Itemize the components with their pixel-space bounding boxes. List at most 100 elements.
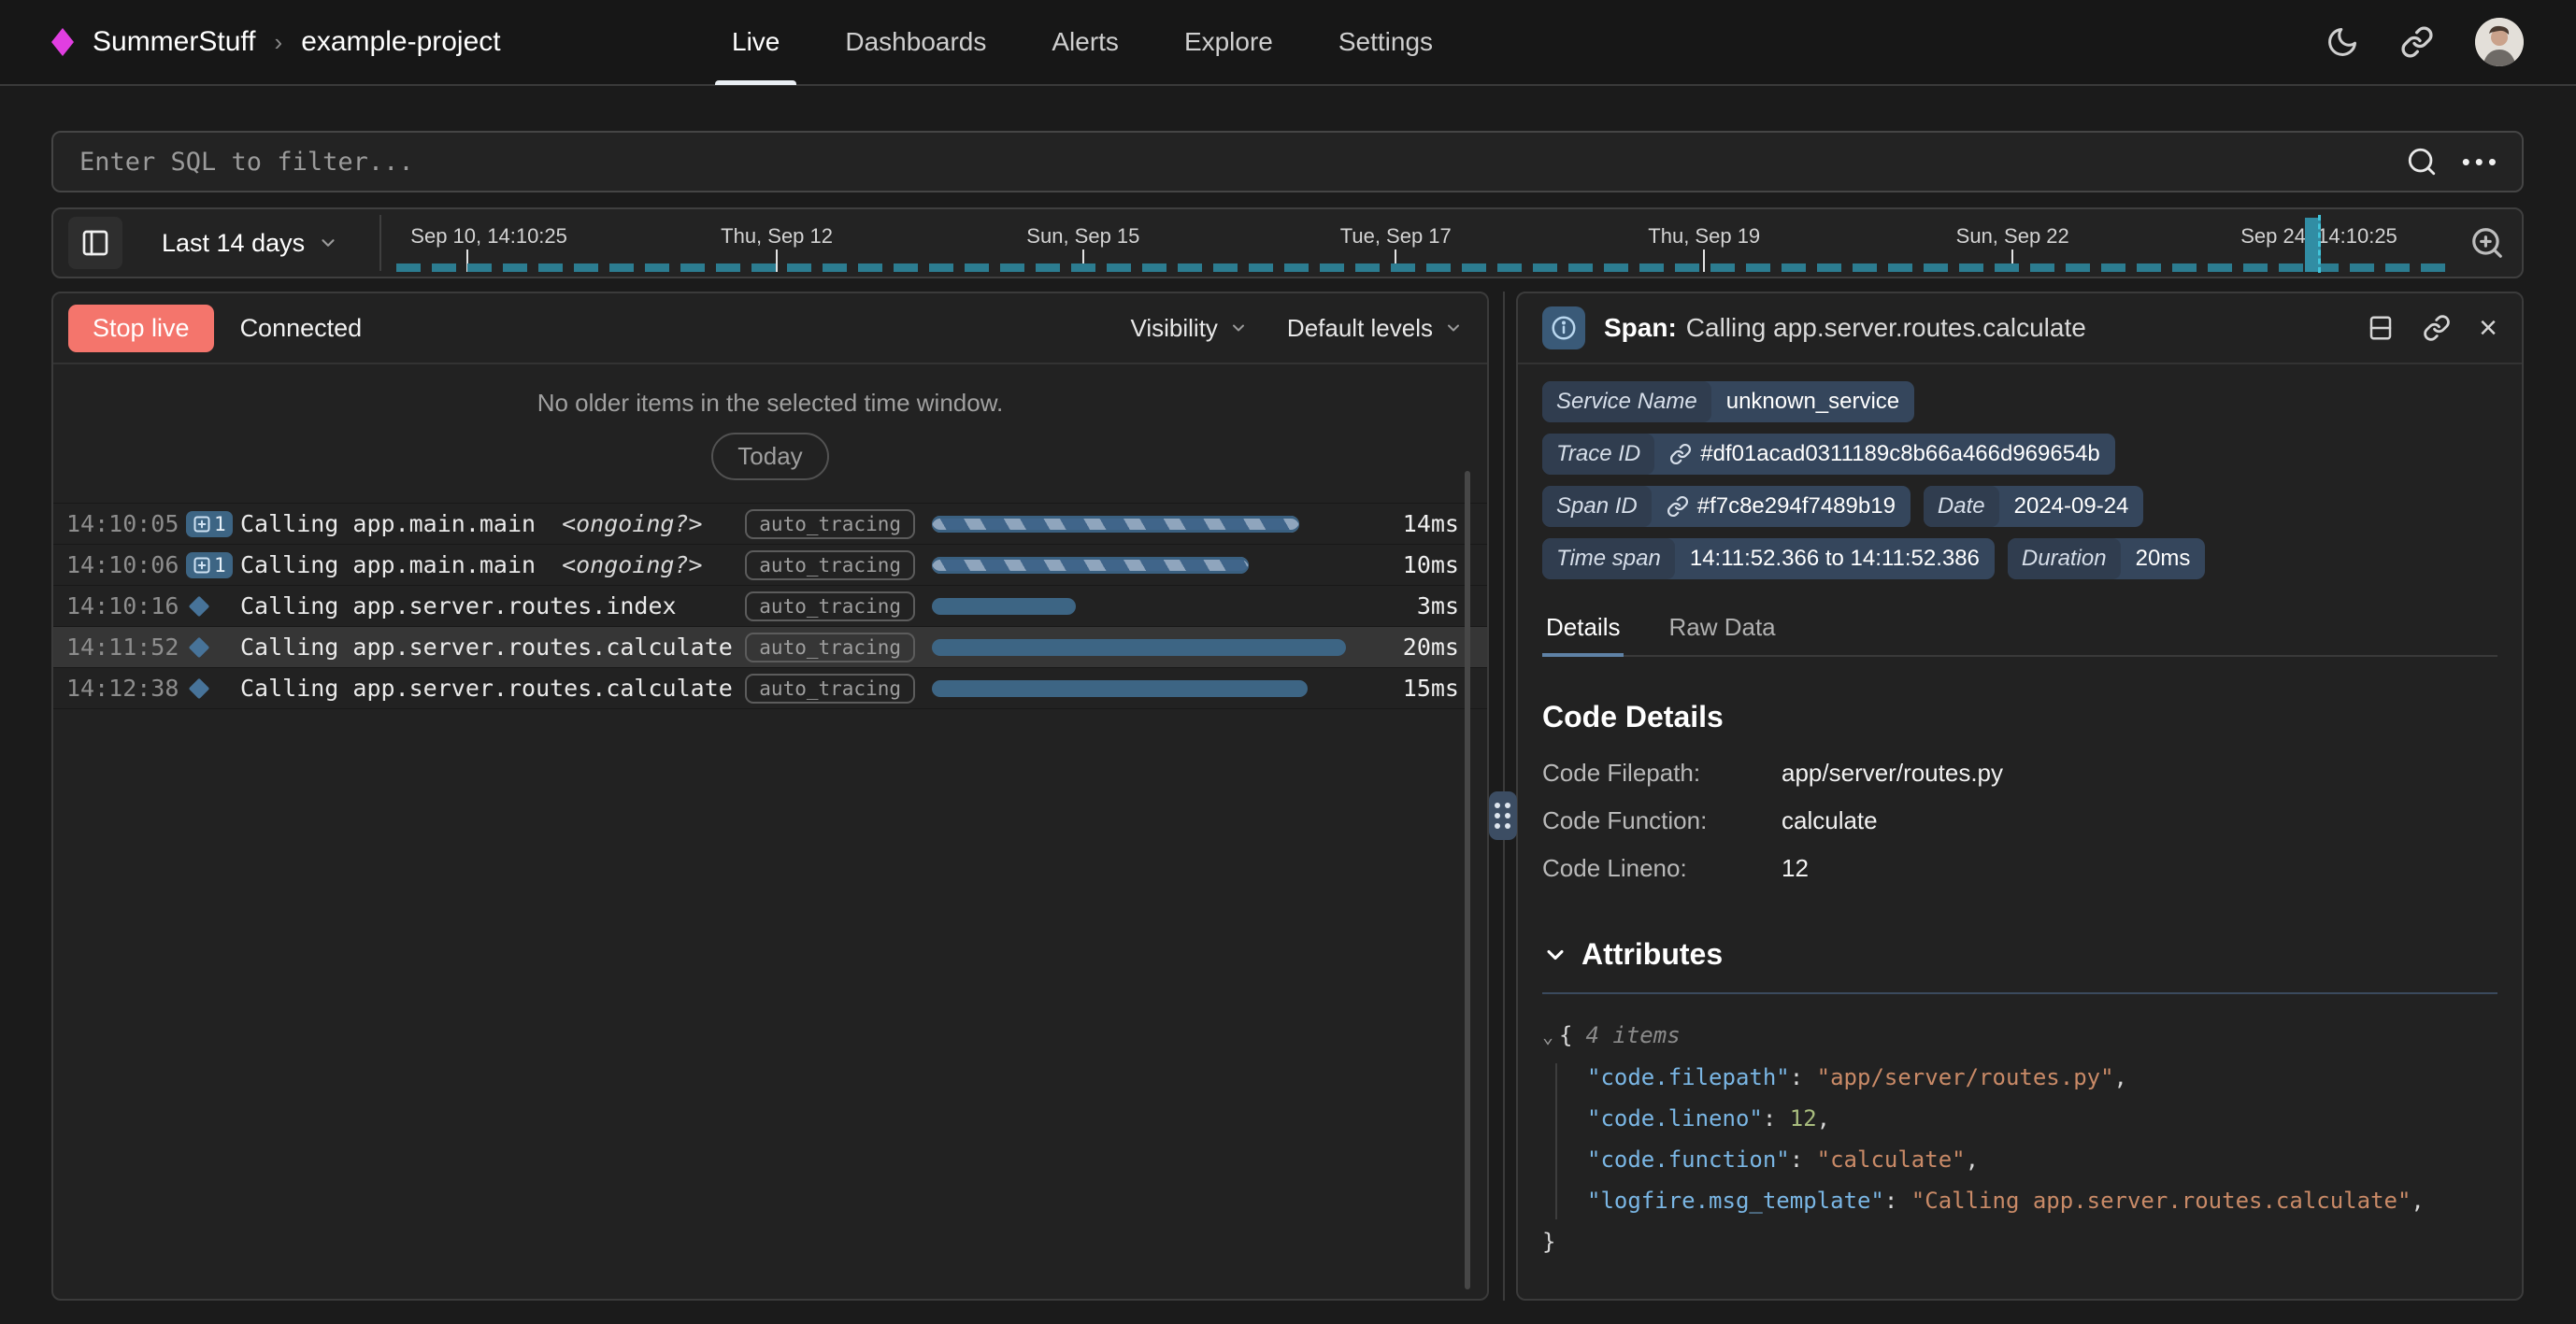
timeline-date-label: Sun, Sep 15 xyxy=(1026,224,1139,249)
span-diamond-icon xyxy=(189,636,210,658)
detail-tabs: Details Raw Data xyxy=(1542,604,2497,657)
timeline-cursor-line xyxy=(2318,215,2321,273)
code-details-heading: Code Details xyxy=(1542,700,2497,734)
json-entry: "logfire.msg_template": "Calling app.ser… xyxy=(1542,1180,2497,1221)
attributes-json: ⌄{4 items "code.filepath": "app/server/r… xyxy=(1542,1015,2497,1262)
code-detail-row: Code Filepath: app/server/routes.py xyxy=(1542,759,2497,788)
service-name-badge: Service Name unknown_service xyxy=(1542,381,1914,422)
timeline-chart[interactable]: Sep 10, 14:10:25 Thu, Sep 12 Sun, Sep 15… xyxy=(396,209,2453,277)
duration-badge: Duration 20ms xyxy=(2008,538,2205,579)
breadcrumb-separator: › xyxy=(275,28,283,57)
row-tag: auto_tracing xyxy=(745,509,915,539)
duration-bar xyxy=(932,598,1076,615)
json-open-line[interactable]: ⌄{4 items xyxy=(1542,1015,2497,1057)
row-tag: auto_tracing xyxy=(745,591,915,621)
row-duration: 20ms xyxy=(1379,634,1459,661)
json-items-count: 4 items xyxy=(1586,1022,1681,1048)
breadcrumb-project[interactable]: example-project xyxy=(301,26,500,58)
duration-bar-track xyxy=(932,516,1354,533)
theme-moon-icon[interactable] xyxy=(2326,25,2359,59)
duration-bar xyxy=(932,557,1249,574)
splitter-drag-handle[interactable] xyxy=(1489,791,1517,840)
tab-details[interactable]: Details xyxy=(1542,604,1624,655)
scrollbar[interactable] xyxy=(1465,471,1470,1289)
log-rows: 14:10:05 1 Calling app.main.main <ongoin… xyxy=(53,503,1487,709)
trace-id-badge[interactable]: Trace ID #df01acad0311189c8b66a466d96965… xyxy=(1542,434,2115,475)
chevron-down-icon xyxy=(1542,942,1568,968)
connection-status: Connected xyxy=(240,314,363,343)
link-icon xyxy=(1667,495,1689,518)
copy-link-icon[interactable] xyxy=(2423,314,2451,342)
user-avatar[interactable] xyxy=(2475,18,2524,66)
split-view-icon[interactable] xyxy=(2367,314,2395,342)
duration-bar-track xyxy=(932,639,1354,656)
duration-bar xyxy=(932,680,1308,697)
row-timestamp: 14:11:52 xyxy=(66,634,186,661)
default-levels-dropdown[interactable]: Default levels xyxy=(1287,314,1463,343)
date-badge: Date 2024-09-24 xyxy=(1924,486,2143,527)
row-timestamp: 14:12:38 xyxy=(66,675,186,702)
share-link-icon[interactable] xyxy=(2400,25,2434,59)
tab-settings[interactable]: Settings xyxy=(1322,0,1450,85)
zoom-in-icon[interactable] xyxy=(2469,225,2505,261)
time-range-dropdown[interactable]: Last 14 days xyxy=(162,229,338,258)
span-id-badge[interactable]: Span ID #f7c8e294f7489b19 xyxy=(1542,486,1911,527)
log-row[interactable]: 14:10:05 1 Calling app.main.main <ongoin… xyxy=(53,504,1487,545)
span-detail-header: Span:Calling app.server.routes.calculate… xyxy=(1518,293,2522,364)
collapsed-count-badge[interactable]: 1 xyxy=(186,552,233,578)
chevron-down-icon xyxy=(1229,319,1248,337)
timeline-activity-dashes xyxy=(396,263,2447,272)
more-options-icon[interactable]: ••• xyxy=(2462,148,2501,177)
stop-live-button[interactable]: Stop live xyxy=(68,305,214,352)
close-icon[interactable]: × xyxy=(2479,312,2497,344)
row-duration: 14ms xyxy=(1379,510,1459,537)
attributes-divider xyxy=(1542,992,2497,994)
span-diamond-icon xyxy=(189,595,210,617)
duration-bar-track xyxy=(932,557,1354,574)
row-message: Calling app.main.main xyxy=(240,510,536,537)
tab-live[interactable]: Live xyxy=(715,0,796,85)
log-row[interactable]: 14:10:16 Calling app.server.routes.index… xyxy=(53,586,1487,627)
row-message: Calling app.server.routes.index xyxy=(240,592,677,619)
sql-filter-input[interactable] xyxy=(51,131,2524,192)
row-message: Calling app.main.main xyxy=(240,551,536,578)
timeline-divider xyxy=(379,215,381,271)
top-nav: SummerStuff › example-project Live Dashb… xyxy=(0,0,2576,86)
timeline-date-label: Tue, Sep 17 xyxy=(1340,224,1452,249)
tab-alerts[interactable]: Alerts xyxy=(1035,0,1136,85)
search-icon[interactable] xyxy=(2406,146,2438,178)
log-row-selected[interactable]: 14:11:52 Calling app.server.routes.calcu… xyxy=(53,627,1487,668)
log-row[interactable]: 14:10:06 1 Calling app.main.main <ongoin… xyxy=(53,545,1487,586)
live-list-panel: Stop live Connected Visibility Default l… xyxy=(51,292,1489,1301)
json-close-line: } xyxy=(1542,1221,2497,1262)
row-duration: 10ms xyxy=(1379,551,1459,578)
row-message: Calling app.server.routes.calculate xyxy=(240,675,733,702)
tab-dashboards[interactable]: Dashboards xyxy=(828,0,1003,85)
breadcrumb-org[interactable]: SummerStuff xyxy=(93,26,256,58)
panel-splitter xyxy=(1489,292,1516,1301)
row-duration: 3ms xyxy=(1379,592,1459,619)
row-ongoing: <ongoing?> xyxy=(562,551,703,578)
sql-filter-row: ••• xyxy=(51,131,2524,192)
row-duration: 15ms xyxy=(1379,675,1459,702)
sidebar-toggle-icon[interactable] xyxy=(68,217,122,269)
row-timestamp: 14:10:16 xyxy=(66,592,186,619)
row-ongoing: <ongoing?> xyxy=(562,510,703,537)
chevron-down-icon xyxy=(318,233,338,253)
row-timestamp: 14:10:06 xyxy=(66,551,186,578)
visibility-dropdown[interactable]: Visibility xyxy=(1130,314,1247,343)
collapsed-count-badge[interactable]: 1 xyxy=(186,511,233,537)
today-button[interactable]: Today xyxy=(711,433,828,480)
timeline-date-label: Thu, Sep 12 xyxy=(721,224,833,249)
tab-explore[interactable]: Explore xyxy=(1167,0,1290,85)
breadcrumb: SummerStuff › example-project xyxy=(51,26,715,58)
tab-raw-data[interactable]: Raw Data xyxy=(1665,604,1779,655)
duration-bar-track xyxy=(932,680,1354,697)
span-diamond-icon xyxy=(189,677,210,699)
brand-diamond-icon xyxy=(51,28,74,56)
live-header: Stop live Connected Visibility Default l… xyxy=(53,293,1487,364)
log-row[interactable]: 14:12:38 Calling app.server.routes.calcu… xyxy=(53,668,1487,709)
code-detail-row: Code Lineno: 12 xyxy=(1542,854,2497,883)
attributes-heading[interactable]: Attributes xyxy=(1542,937,2497,972)
timeline-bar: Last 14 days Sep 10, 14:10:25 Thu, Sep 1… xyxy=(51,207,2524,278)
